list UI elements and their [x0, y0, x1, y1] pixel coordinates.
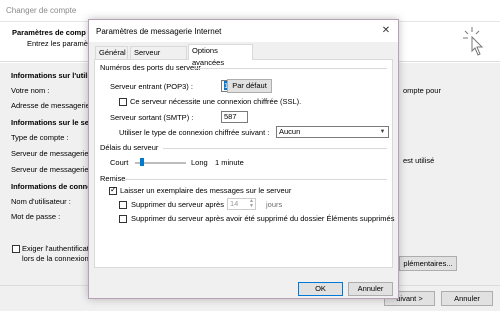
right-info-text-2: est utilisé [403, 156, 435, 165]
section-server-info: Informations sur le serv [11, 118, 97, 127]
remove-after-checkbox[interactable] [119, 201, 127, 209]
ports-section-title: Numéros des ports du serveur [100, 63, 201, 72]
timeout-value: 1 minute [215, 158, 244, 167]
timeout-slider-thumb[interactable] [139, 158, 144, 166]
timeout-short-label: Court [110, 158, 129, 167]
label-email-address: Adresse de messagerie [11, 101, 90, 110]
window-title: Changer de compte [6, 6, 77, 15]
delivery-section-divider [125, 179, 387, 180]
timeout-section-title: Délais du serveur [100, 143, 159, 152]
section-user-info: Informations sur l'utilis [11, 71, 94, 80]
wizard-cancel-button[interactable]: Annuler [441, 291, 493, 306]
spinner-arrows-icon[interactable]: ▲ ▼ [248, 199, 255, 209]
ssl-checkbox-label: Ce serveur nécessite une connexion chiff… [130, 97, 302, 106]
label-password: Mot de passe : [11, 212, 61, 221]
encryption-type-value: Aucun [279, 127, 301, 136]
timeout-section-divider [163, 148, 387, 149]
advanced-options-panel: Numéros des ports du serveur Serveur ent… [94, 59, 395, 268]
cursor-click-icon [463, 27, 484, 56]
more-settings-button[interactable]: plémentaires... [399, 256, 457, 271]
delivery-section-title: Remise [100, 174, 126, 183]
label-outgoing-server: Serveur de messagerie s [11, 165, 95, 174]
label-your-name: Votre nom : [11, 86, 50, 95]
right-info-text-1: ompte pour [403, 86, 441, 95]
encryption-type-select[interactable]: Aucun ▼ [276, 126, 389, 138]
wizard-header-subtitle: Entrez les paramètr [27, 39, 93, 48]
days-label: jours [266, 200, 283, 209]
tab-advanced-options[interactable]: Options avancées [188, 44, 253, 67]
outgoing-port-label: Serveur sortant (SMTP) : [110, 113, 194, 122]
leave-copy-checkbox[interactable] [109, 185, 117, 195]
leave-copy-label: Laisser un exemplaire des messages sur l… [120, 186, 292, 195]
ok-button[interactable]: OK [298, 282, 343, 296]
ssl-checkbox[interactable] [119, 98, 127, 106]
dialog-title: Paramètres de messagerie Internet [96, 27, 222, 36]
require-auth-checkbox[interactable] [12, 245, 20, 253]
tab-general[interactable]: Général [95, 46, 128, 59]
chevron-down-icon: ▼ [379, 129, 386, 135]
remove-after-days-value: 14 [230, 199, 239, 208]
wizard-header-title: Paramètres de comp [12, 28, 86, 37]
remove-after-label: Supprimer du serveur après [131, 200, 224, 209]
outgoing-port-input[interactable]: 587 [221, 111, 248, 123]
require-auth-label-1: Exiger l'authentificat [22, 244, 89, 253]
label-account-type: Type de compte : [11, 133, 69, 142]
remove-deleted-label: Supprimer du serveur après avoir été sup… [131, 214, 395, 223]
remove-after-days-input[interactable]: 14 ▲ ▼ [227, 198, 256, 210]
section-login-info: Informations de connex [11, 182, 96, 191]
close-icon[interactable]: ✕ [378, 23, 394, 39]
timeout-long-label: Long [191, 158, 208, 167]
remove-deleted-checkbox[interactable] [119, 215, 127, 223]
internet-email-settings-dialog: Paramètres de messagerie Internet ✕ Géné… [88, 19, 399, 299]
tab-outgoing-server[interactable]: Serveur sortant [130, 46, 187, 69]
dialog-titlebar: Paramètres de messagerie Internet ✕ [89, 20, 398, 42]
label-incoming-server: Serveur de messagerie e [11, 149, 95, 158]
dialog-cancel-button[interactable]: Annuler [348, 282, 393, 296]
default-ports-button[interactable]: Par défaut [227, 79, 272, 93]
require-auth-label-2: lors de la connexion [22, 254, 89, 263]
label-username: Nom d'utilisateur : [11, 197, 71, 206]
incoming-port-label: Serveur entrant (POP3) : [110, 82, 193, 91]
encryption-type-label: Utiliser le type de connexion chiffrée s… [119, 128, 270, 137]
